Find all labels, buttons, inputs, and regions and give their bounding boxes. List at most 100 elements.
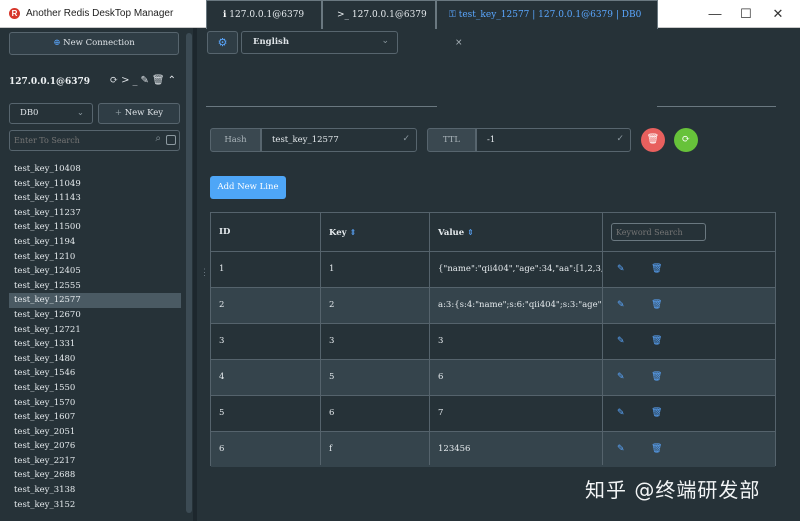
key-list-item[interactable]: test_key_12721: [9, 323, 181, 338]
column-header-key[interactable]: Key ⇕: [321, 213, 430, 251]
edit-icon[interactable]: ✎: [617, 324, 625, 359]
check-icon[interactable]: ✓: [616, 134, 624, 144]
key-list-item[interactable]: test_key_2688: [9, 468, 181, 483]
key-list-item[interactable]: test_key_3138: [9, 483, 181, 498]
key-list-item[interactable]: test_key_11049: [9, 177, 181, 192]
new-connection-label: New Connection: [63, 38, 135, 48]
minimize-button[interactable]: —: [702, 4, 728, 24]
cell-id: 2: [219, 300, 225, 310]
key-list-item[interactable]: test_key_2051: [9, 425, 181, 440]
edit-icon[interactable]: ✎: [141, 75, 152, 86]
sidebar-resize-handle[interactable]: [193, 28, 197, 521]
key-list-item[interactable]: test_key_1570: [9, 396, 181, 411]
edit-icon[interactable]: ✎: [617, 432, 625, 467]
info-icon: ℹ: [223, 10, 227, 20]
key-list-item[interactable]: test_key_11143: [9, 191, 181, 206]
trash-icon[interactable]: 🗑: [651, 396, 662, 431]
db-select[interactable]: DB0 ⌄: [9, 103, 93, 124]
add-new-line-button[interactable]: Add New Line: [210, 176, 286, 199]
key-list-item[interactable]: test_key_12555: [9, 279, 181, 294]
key-list-item[interactable]: test_key_1331: [9, 337, 181, 352]
key-list-item[interactable]: test_key_1210: [9, 250, 181, 265]
cell-key: f: [329, 444, 333, 454]
sort-icon[interactable]: ⇕: [467, 227, 474, 237]
cell-id: 5: [219, 408, 225, 418]
key-list-item[interactable]: test_key_10408: [9, 162, 181, 177]
edit-icon[interactable]: ✎: [617, 288, 625, 323]
db-select-value: DB0: [20, 108, 39, 118]
new-connection-button[interactable]: ⊕ New Connection: [9, 32, 179, 55]
language-select[interactable]: English ⌄: [241, 31, 398, 54]
close-tab-icon[interactable]: ×: [455, 38, 463, 48]
column-header-label: Value: [438, 228, 465, 238]
settings-button[interactable]: ⚙: [207, 31, 238, 54]
tab-cli[interactable]: >_ 127.0.0.1@6379: [322, 0, 436, 29]
cell-key: 5: [329, 372, 335, 382]
sort-icon[interactable]: ⇕: [350, 227, 357, 237]
key-list-item[interactable]: test_key_1480: [9, 352, 181, 367]
edit-icon[interactable]: ✎: [617, 252, 625, 287]
key-list-item[interactable]: test_key_3152: [9, 498, 181, 513]
connection-row[interactable]: 127.0.0.1@6379 ⟳>_✎🗑⌃: [9, 75, 181, 91]
hash-table: ID Key⇕ Value⇕ 11{"name":"qii404","age":…: [210, 212, 776, 467]
key-list-item[interactable]: test_key_12405: [9, 264, 181, 279]
key-list-item[interactable]: test_key_12670: [9, 308, 181, 323]
trash-icon[interactable]: 🗑: [152, 75, 168, 86]
key-list-item[interactable]: test_key_1607: [9, 410, 181, 425]
table-row: 5 6 7 ✎ 🗑: [211, 395, 775, 431]
search-input[interactable]: [14, 133, 144, 148]
app-logo-icon: R: [9, 8, 20, 19]
chevron-up-icon[interactable]: ⌃: [168, 75, 179, 86]
key-list-item[interactable]: test_key_11500: [9, 220, 181, 235]
refresh-key-button[interactable]: ⟳: [674, 128, 698, 152]
column-header-id: ID: [211, 213, 321, 251]
plus-icon: +: [114, 108, 122, 118]
check-icon[interactable]: ✓: [402, 134, 410, 144]
key-name-input[interactable]: test_key_12577 ✓: [261, 128, 417, 152]
trash-icon[interactable]: 🗑: [651, 360, 662, 395]
column-header-value[interactable]: Value ⇕: [430, 213, 603, 251]
maximize-button[interactable]: ☐: [733, 4, 759, 24]
column-divider: [429, 213, 430, 465]
delete-key-button[interactable]: 🗑: [641, 128, 665, 152]
plus-circle-icon: ⊕: [53, 38, 61, 48]
key-list-item[interactable]: test_key_1550: [9, 381, 181, 396]
cell-value: 6: [438, 372, 444, 382]
cell-value: 7: [438, 408, 444, 418]
active-tab-gap: [437, 105, 657, 107]
trash-icon[interactable]: 🗑: [651, 252, 662, 287]
tab-connection-status[interactable]: ℹ 127.0.0.1@6379: [206, 0, 322, 29]
cell-id: 4: [219, 372, 225, 382]
sidebar-scrollbar[interactable]: [186, 33, 192, 513]
edit-icon[interactable]: ✎: [617, 360, 625, 395]
trash-icon[interactable]: 🗑: [651, 324, 662, 359]
watermark: 知乎 @终端研发部: [585, 478, 761, 502]
cell-value: {"name":"qii404","age":34,"aa":[1,2,3,4,…: [438, 264, 602, 274]
key-list-item[interactable]: test_key_12577: [9, 293, 181, 308]
keyword-search-input[interactable]: [611, 223, 706, 241]
tab-key-detail[interactable]: ⚿ test_key_12577 | 127.0.0.1@6379 | DB0 …: [436, 0, 658, 48]
ttl-input[interactable]: -1 ✓: [476, 128, 631, 152]
cell-id: 1: [219, 264, 225, 274]
key-list-item[interactable]: test_key_1546: [9, 366, 181, 381]
terminal-icon[interactable]: >_: [121, 75, 140, 86]
cell-key: 6: [329, 408, 335, 418]
key-list-item[interactable]: test_key_1194: [9, 235, 181, 250]
key-name-value: test_key_12577: [272, 135, 339, 145]
key-list-item[interactable]: test_key_11237: [9, 206, 181, 221]
drag-handle-icon[interactable]: ⋮: [200, 268, 209, 278]
table-row: 3 3 3 ✎ 🗑: [211, 323, 775, 359]
search-icon[interactable]: ⌕: [155, 133, 161, 144]
close-window-button[interactable]: ✕: [765, 4, 791, 24]
new-key-label: New Key: [124, 108, 164, 118]
trash-icon[interactable]: 🗑: [651, 432, 662, 467]
exact-match-checkbox[interactable]: [166, 135, 176, 145]
key-list-item[interactable]: test_key_2076: [9, 439, 181, 454]
new-key-button[interactable]: + New Key: [98, 103, 180, 124]
trash-icon: 🗑: [646, 134, 660, 145]
trash-icon[interactable]: 🗑: [651, 288, 662, 323]
cell-id: 3: [219, 336, 225, 346]
key-list-item[interactable]: test_key_2217: [9, 454, 181, 469]
refresh-icon[interactable]: ⟳: [110, 75, 121, 86]
edit-icon[interactable]: ✎: [617, 396, 625, 431]
